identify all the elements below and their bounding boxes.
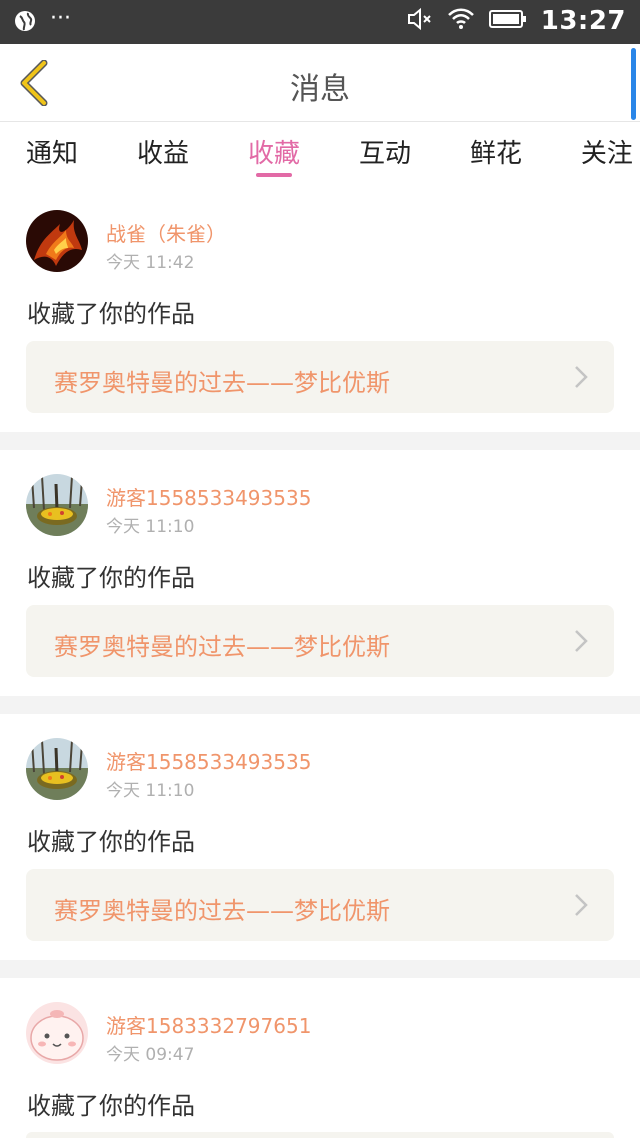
chevron-right-icon [575,630,588,652]
tab-earnings[interactable]: 收益 [137,123,189,183]
username[interactable]: 游客1558533493535 [106,746,311,775]
tab-bar: 通知 收益 收藏 互动 鲜花 关注 [0,123,640,183]
card-divider [0,432,640,450]
action-text: 收藏了你的作品 [27,564,195,592]
timestamp: 今天 11:10 [106,781,195,801]
clock: 13:27 [540,6,626,36]
scroll-indicator [631,48,636,120]
message-card: 游客1558533493535 今天 11:10 收藏了你的作品 赛罗奥特曼的过… [0,450,640,696]
work-title: 赛罗奥特曼的过去——梦比优斯 [54,897,390,925]
work-link[interactable]: 赛罗奥特曼的过去——梦比优斯 [26,341,614,413]
wifi-icon [447,7,475,35]
message-card: 游客1558533493535 今天 11:10 收藏了你的作品 赛罗奥特曼的过… [0,714,640,960]
action-text: 收藏了你的作品 [27,1092,195,1120]
tab-follows[interactable]: 关注 [581,123,633,183]
work-link[interactable]: 赛罗奥特曼的过去——梦比优斯 [26,869,614,941]
fire-bird-avatar[interactable] [26,210,88,272]
chevron-right-icon [575,894,588,916]
battery-icon [488,9,527,33]
app-header: 消息 [0,44,640,122]
status-bar: ··· 13:27 [0,0,640,44]
card-divider [0,960,640,978]
work-link[interactable] [26,1132,614,1138]
pink-blob-avatar[interactable] [26,1002,88,1064]
active-tab-underline [255,173,292,177]
action-text: 收藏了你的作品 [27,300,195,328]
message-card: 战雀（朱雀） 今天 11:42 收藏了你的作品 赛罗奥特曼的过去——梦比优斯 [0,188,640,426]
chevron-right-icon [575,366,588,388]
action-text: 收藏了你的作品 [27,828,195,856]
timestamp: 今天 11:42 [106,253,195,273]
tab-flowers[interactable]: 鲜花 [470,123,522,183]
card-divider [0,696,640,714]
more-dots-icon: ··· [50,6,71,31]
work-link[interactable]: 赛罗奥特曼的过去——梦比优斯 [26,605,614,677]
tab-interactions[interactable]: 互动 [359,123,411,183]
message-card: 游客1583332797651 今天 09:47 收藏了你的作品 [0,978,640,1138]
tree-flowers-avatar[interactable] [26,474,88,536]
username[interactable]: 游客1558533493535 [106,482,311,511]
timestamp: 今天 11:10 [106,517,195,537]
username[interactable]: 游客1583332797651 [106,1010,311,1039]
username[interactable]: 战雀（朱雀） [106,218,226,247]
muted-speaker-icon [407,7,433,35]
work-title: 赛罗奥特曼的过去——梦比优斯 [54,369,390,397]
globe-icon [14,10,36,36]
work-title: 赛罗奥特曼的过去——梦比优斯 [54,633,390,661]
tab-notifications[interactable]: 通知 [26,123,78,183]
tab-favorites[interactable]: 收藏 [248,123,300,183]
tree-flowers-avatar[interactable] [26,738,88,800]
timestamp: 今天 09:47 [106,1045,195,1065]
page-title: 消息 [290,72,350,107]
